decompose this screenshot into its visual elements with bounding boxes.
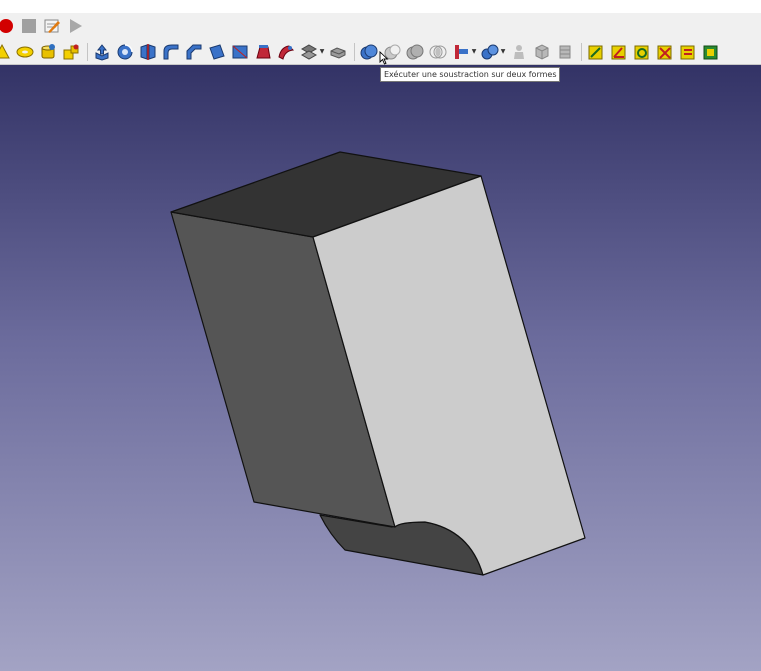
3d-scene[interactable] bbox=[0, 65, 761, 671]
tooltip: Exécuter une soustraction sur deux forme… bbox=[380, 67, 561, 82]
boolean-icon bbox=[360, 44, 378, 59]
extrude-button[interactable] bbox=[92, 42, 112, 62]
ruled-surface-icon bbox=[232, 45, 248, 58]
chevron-down-icon[interactable]: ▼ bbox=[471, 42, 477, 62]
run-macro-button[interactable] bbox=[65, 16, 85, 36]
common-icon bbox=[429, 45, 447, 58]
sweep-button[interactable] bbox=[276, 42, 296, 62]
check-geometry-icon bbox=[535, 43, 549, 60]
compound-tools-button[interactable] bbox=[509, 42, 529, 62]
make-face-button[interactable] bbox=[207, 42, 227, 62]
title-area bbox=[0, 0, 761, 13]
chevron-down-icon[interactable]: ▼ bbox=[319, 42, 325, 62]
sweep-icon bbox=[278, 44, 295, 60]
record-icon bbox=[0, 19, 13, 33]
loft-icon bbox=[256, 44, 271, 58]
make-face-icon bbox=[209, 43, 225, 60]
create-primitives-icon bbox=[63, 44, 79, 59]
measure-toggle-delta-button[interactable] bbox=[701, 42, 721, 62]
mirror-icon bbox=[140, 43, 156, 60]
fillet-icon bbox=[163, 44, 179, 59]
3d-viewport[interactable] bbox=[0, 65, 761, 671]
split-button[interactable] bbox=[480, 42, 500, 62]
toolbar-separator bbox=[581, 42, 582, 61]
fuse-icon bbox=[406, 44, 424, 59]
stop-icon bbox=[22, 19, 36, 33]
mouse-cursor-icon bbox=[379, 51, 389, 65]
join-icon bbox=[455, 44, 468, 59]
measure-toggle-delta-icon bbox=[703, 45, 718, 59]
compound-tools-icon bbox=[514, 44, 524, 59]
defeaturing-icon bbox=[559, 45, 571, 58]
macro-toolbar bbox=[0, 13, 761, 39]
revolve-button[interactable] bbox=[115, 42, 135, 62]
thickness-icon bbox=[330, 46, 346, 59]
record-macro-button[interactable] bbox=[0, 16, 16, 36]
measure-refresh-button[interactable] bbox=[632, 42, 652, 62]
join-button[interactable] bbox=[451, 42, 471, 62]
section-icon bbox=[300, 43, 318, 60]
edit-macro-icon bbox=[44, 19, 60, 33]
fillet-button[interactable] bbox=[161, 42, 181, 62]
fuse-button[interactable] bbox=[405, 42, 425, 62]
mirror-button[interactable] bbox=[138, 42, 158, 62]
edit-macro-button[interactable] bbox=[42, 16, 62, 36]
cone-icon bbox=[0, 43, 10, 58]
check-geometry-button[interactable] bbox=[532, 42, 552, 62]
split-icon bbox=[481, 44, 499, 59]
measure-linear-button[interactable] bbox=[586, 42, 606, 62]
stop-macro-button[interactable] bbox=[19, 16, 39, 36]
measure-refresh-icon bbox=[634, 45, 649, 59]
measure-toggle-button[interactable] bbox=[678, 42, 698, 62]
measure-angular-button[interactable] bbox=[609, 42, 629, 62]
run-macro-icon bbox=[70, 19, 82, 33]
measure-clear-icon bbox=[657, 45, 672, 59]
cone-button[interactable] bbox=[0, 42, 12, 62]
chamfer-button[interactable] bbox=[184, 42, 204, 62]
tube-button[interactable] bbox=[38, 42, 58, 62]
thickness-button[interactable] bbox=[328, 42, 348, 62]
create-primitives-button[interactable] bbox=[61, 42, 81, 62]
chevron-down-icon[interactable]: ▼ bbox=[500, 42, 506, 62]
measure-toggle-icon bbox=[680, 45, 695, 59]
torus-icon bbox=[16, 46, 34, 57]
tube-icon bbox=[41, 43, 55, 58]
ruled-surface-button[interactable] bbox=[230, 42, 250, 62]
chamfer-icon bbox=[186, 44, 202, 59]
measure-clear-button[interactable] bbox=[655, 42, 675, 62]
defeaturing-button[interactable] bbox=[555, 42, 575, 62]
measure-angular-icon bbox=[611, 45, 626, 59]
toolbar-separator bbox=[87, 42, 88, 61]
torus-button[interactable] bbox=[15, 42, 35, 62]
common-button[interactable] bbox=[428, 42, 448, 62]
loft-button[interactable] bbox=[253, 42, 273, 62]
section-button[interactable] bbox=[299, 42, 319, 62]
revolve-icon bbox=[117, 43, 133, 59]
toolbar-separator bbox=[354, 42, 355, 61]
extrude-icon bbox=[95, 43, 109, 61]
measure-linear-icon bbox=[588, 45, 603, 59]
boolean-button[interactable] bbox=[359, 42, 379, 62]
